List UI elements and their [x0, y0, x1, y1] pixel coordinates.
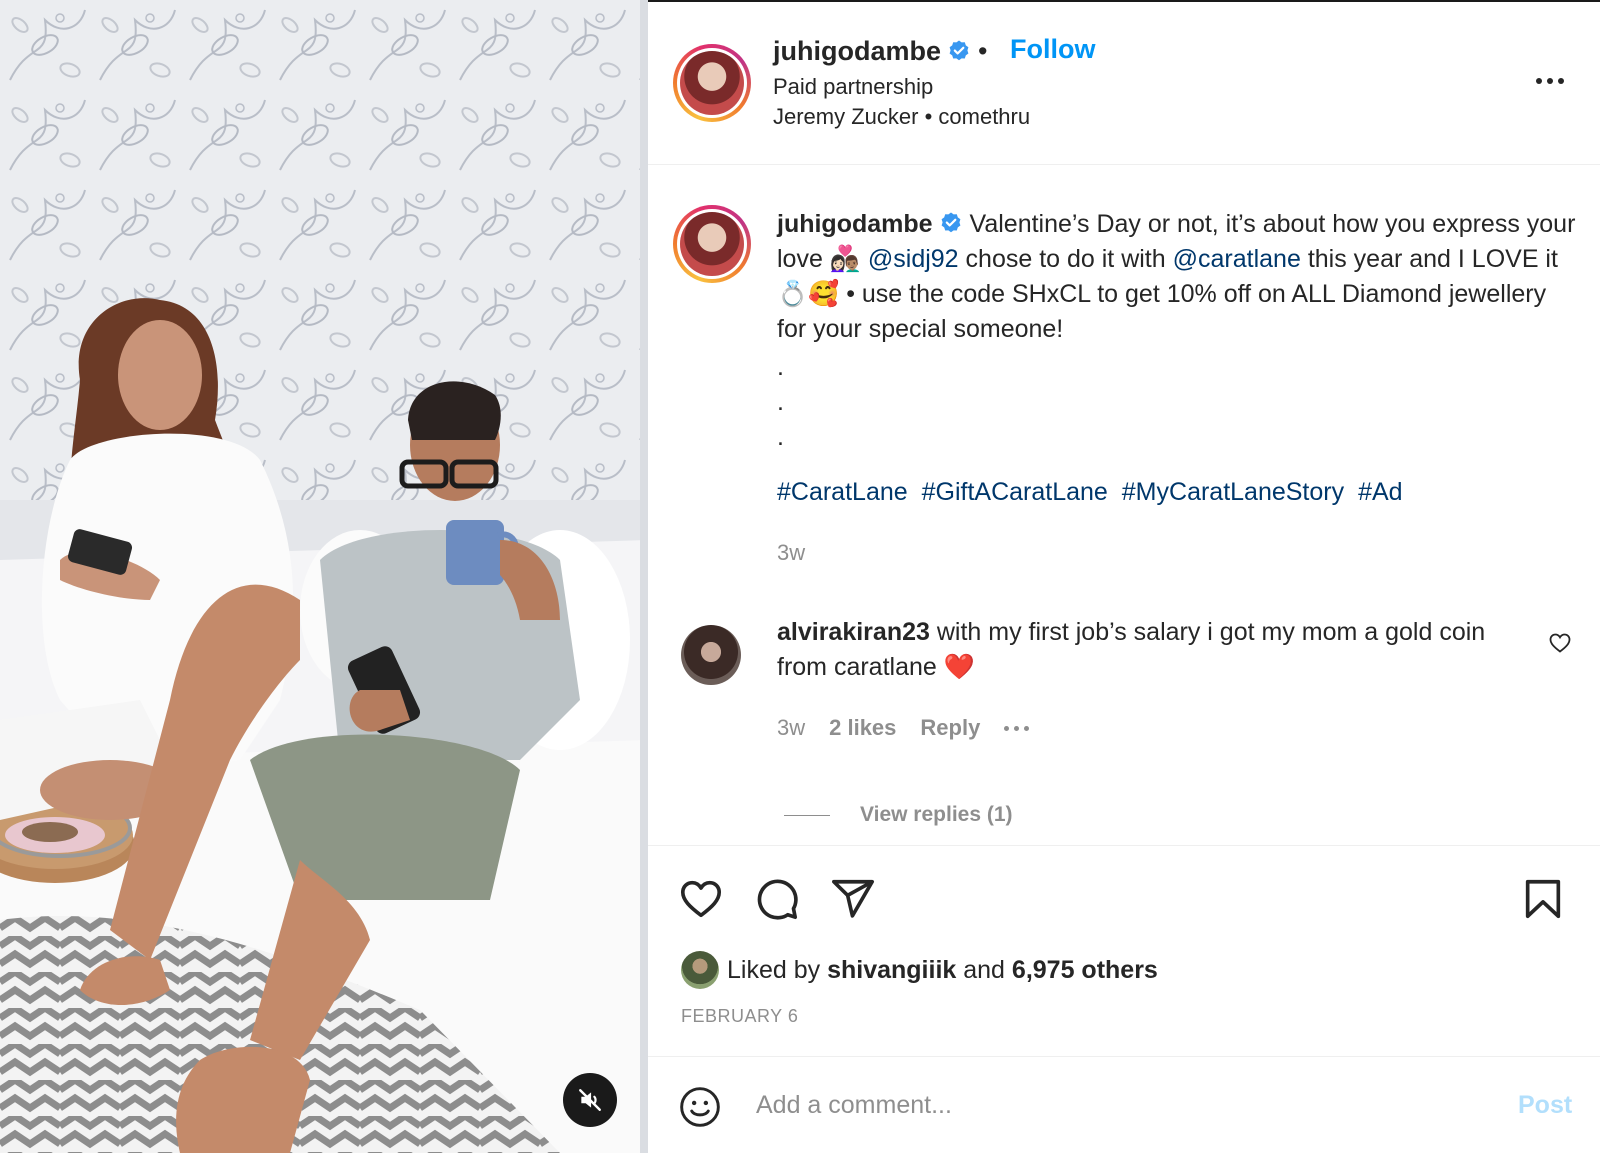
reply-button[interactable]: Reply	[920, 715, 980, 741]
follow-button[interactable]: Follow	[1010, 34, 1095, 65]
emoji-icon[interactable]	[678, 1085, 722, 1129]
more-options-icon[interactable]	[1528, 66, 1572, 96]
hashtags: #CaratLane #GiftACaratLane #MyCaratLaneS…	[777, 478, 1410, 507]
mention-caratlane[interactable]: @caratlane	[1173, 245, 1301, 273]
caption-dot: .	[777, 353, 784, 381]
liked-by-prefix: Liked by	[727, 955, 821, 984]
view-replies-button[interactable]: View replies (1)	[784, 803, 1013, 827]
caption-text: juhigodambe Valentine’s Day or not, it’s…	[777, 207, 1577, 347]
comment-more-icon[interactable]	[1004, 725, 1030, 731]
mute-button[interactable]	[563, 1073, 617, 1127]
post-panel: juhigodambe • Follow Paid partnership Je…	[648, 0, 1600, 1153]
mention-sidj92[interactable]: @sidj92	[868, 245, 959, 273]
likes-summary[interactable]: Liked by shivangiiik and 6,975 others	[681, 951, 1158, 989]
caption-dot: .	[777, 423, 784, 451]
comment-like-heart-icon[interactable]	[1548, 631, 1572, 655]
post-media[interactable]	[0, 0, 648, 1153]
post-header: juhigodambe • Follow Paid partnership Je…	[648, 0, 1600, 165]
post-date[interactable]: FEBRUARY 6	[681, 1006, 798, 1027]
comments-section[interactable]: juhigodambe Valentine’s Day or not, it’s…	[648, 165, 1600, 845]
hashtag-caratlane[interactable]: #CaratLane	[777, 478, 908, 506]
post-image	[0, 0, 648, 1153]
caption-avatar[interactable]	[673, 205, 751, 283]
caption-dots: . . .	[777, 350, 784, 455]
post-actions: Liked by shivangiiik and 6,975 others FE…	[648, 845, 1600, 1057]
add-comment-input[interactable]	[756, 1079, 1456, 1131]
comment-timestamp[interactable]: 3w	[777, 715, 805, 741]
mute-icon	[579, 1089, 601, 1111]
view-replies-line	[784, 814, 830, 816]
hashtag-mycaratlanestory[interactable]: #MyCaratLaneStory	[1122, 478, 1344, 506]
share-icon[interactable]	[830, 876, 876, 922]
author-avatar[interactable]	[673, 44, 751, 122]
heart-icon[interactable]	[678, 876, 724, 922]
comment-meta: 3w 2 likes Reply	[777, 715, 1030, 741]
liked-by-and: and	[963, 955, 1005, 984]
commenter-username[interactable]: alvirakiran23	[777, 618, 930, 646]
comment-icon[interactable]	[754, 876, 800, 922]
caption-dot: .	[777, 388, 784, 416]
liker-avatar[interactable]	[681, 951, 719, 989]
audio-track-link[interactable]: Jeremy Zucker • comethru	[773, 104, 1030, 130]
verified-icon	[949, 40, 969, 61]
commenter-avatar[interactable]	[681, 625, 741, 685]
add-comment-bar: Post	[648, 1057, 1600, 1153]
paid-partnership-label[interactable]: Paid partnership	[773, 74, 933, 100]
hashtag-ad[interactable]: #Ad	[1358, 478, 1402, 506]
view-replies-label: View replies (1)	[860, 803, 1013, 826]
caption-timestamp[interactable]: 3w	[777, 540, 805, 566]
likes-others-count[interactable]: 6,975 others	[1012, 956, 1158, 985]
verified-icon	[941, 212, 960, 233]
caption-body-2: chose to do it with	[965, 245, 1166, 273]
hashtag-giftacaratlane[interactable]: #GiftACaratLane	[922, 478, 1108, 506]
comment-likes-count[interactable]: 2 likes	[829, 715, 896, 741]
liker-username[interactable]: shivangiiik	[827, 956, 956, 985]
author-username[interactable]: juhigodambe	[773, 36, 971, 67]
caption-username[interactable]: juhigodambe	[777, 210, 933, 238]
comment-text: alvirakiran23 with my first job’s salary…	[777, 615, 1517, 685]
author-username-text[interactable]: juhigodambe	[773, 36, 941, 66]
header-separator: •	[978, 36, 988, 66]
bookmark-icon[interactable]	[1520, 876, 1566, 922]
post-comment-button[interactable]: Post	[1518, 1091, 1572, 1120]
